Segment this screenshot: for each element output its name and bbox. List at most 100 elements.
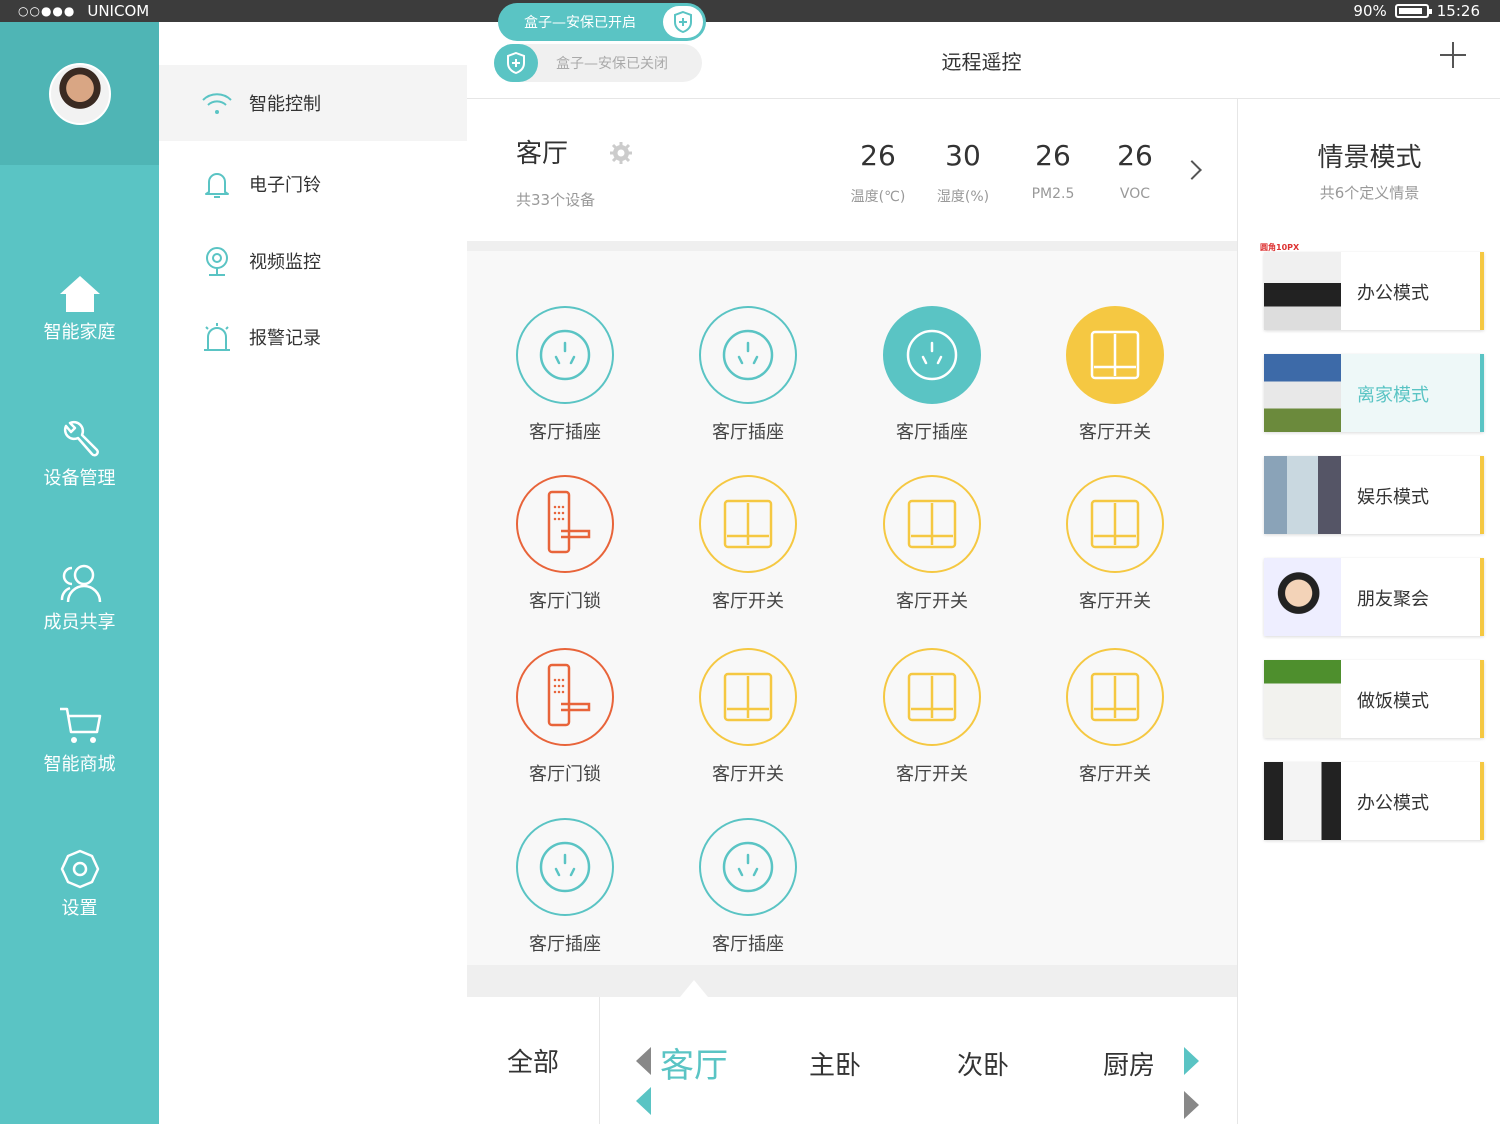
- tab-master-bedroom[interactable]: 主卧: [809, 1045, 861, 1082]
- device-button[interactable]: [1066, 648, 1164, 746]
- nav-item-member-share[interactable]: 成员共享: [0, 562, 159, 634]
- scene-card-away-mode[interactable]: 离家模式: [1264, 354, 1484, 432]
- tab-all[interactable]: 全部: [467, 997, 600, 1124]
- stat-pm25: 26 PM2.5: [1008, 139, 1098, 202]
- device-button[interactable]: [883, 306, 981, 404]
- tab-all-label: 全部: [506, 1048, 559, 1078]
- device-button[interactable]: [1066, 306, 1164, 404]
- stat-label: VOC: [1119, 186, 1151, 202]
- switch-icon: [1090, 330, 1140, 380]
- members-icon: [60, 564, 101, 603]
- scene-card-friends-party[interactable]: 朋友聚会: [1264, 558, 1484, 636]
- device-button[interactable]: [883, 475, 981, 573]
- scene-title: 情景模式: [1317, 143, 1422, 173]
- scene-card-office-mode[interactable]: 办公模式: [1264, 252, 1484, 330]
- device-tile[interactable]: 客厅开关: [1035, 475, 1195, 613]
- device-tile[interactable]: 客厅门锁: [485, 475, 645, 613]
- stat-value: 26: [1117, 139, 1153, 172]
- device-tile[interactable]: 客厅开关: [1035, 648, 1195, 786]
- scroll-right-icon[interactable]: [1184, 1047, 1199, 1075]
- switch-icon: [723, 499, 773, 549]
- device-tile[interactable]: 客厅门锁: [485, 648, 645, 786]
- device-label: 客厅门锁: [529, 591, 601, 612]
- cart-icon: [59, 707, 101, 743]
- device-tile[interactable]: 客厅开关: [1035, 306, 1195, 444]
- security-on-toggle[interactable]: 盒子—安保已开启: [498, 3, 706, 41]
- device-label: 客厅开关: [896, 591, 968, 612]
- device-label: 客厅开关: [712, 591, 784, 612]
- device-tile[interactable]: 客厅插座: [485, 818, 645, 956]
- scene-card-entertainment-mode[interactable]: 娱乐模式: [1264, 456, 1484, 534]
- stat-label: 温度(℃): [850, 189, 906, 205]
- tab-second-bedroom[interactable]: 次卧: [957, 1045, 1009, 1082]
- device-tile[interactable]: 客厅开关: [852, 475, 1012, 613]
- submenu-label: 视频监控: [249, 252, 321, 273]
- device-button[interactable]: [699, 818, 797, 916]
- gear-icon[interactable]: [609, 141, 633, 165]
- device-tile[interactable]: 客厅开关: [852, 648, 1012, 786]
- device-tile[interactable]: 客厅插座: [485, 306, 645, 444]
- device-button[interactable]: [699, 306, 797, 404]
- device-tile[interactable]: 客厅插座: [668, 306, 828, 444]
- scene-label: 办公模式: [1357, 793, 1429, 814]
- nav-item-settings[interactable]: 设置: [0, 848, 159, 920]
- socket-icon: [722, 329, 774, 381]
- scene-card-office-mode-2[interactable]: 办公模式: [1264, 762, 1484, 840]
- settings-icon: [60, 849, 99, 889]
- submenu-item-video-monitor[interactable]: 视频监控: [159, 223, 467, 299]
- nav-label: 成员共享: [43, 612, 116, 633]
- carrier-name: UNICOM: [87, 2, 150, 20]
- device-tile[interactable]: 客厅插座: [668, 818, 828, 956]
- scene-card-cooking-mode[interactable]: 做饭模式: [1264, 660, 1484, 738]
- stat-temperature: 26 温度(℃): [833, 139, 923, 206]
- submenu-item-smart-control[interactable]: 智能控制: [159, 65, 467, 141]
- security-off-toggle[interactable]: 盒子—安保已关闭: [494, 44, 702, 82]
- user-avatar[interactable]: [48, 62, 111, 125]
- nav-item-smart-home[interactable]: 智能家庭: [0, 274, 159, 344]
- tab-living-room[interactable]: 客厅: [660, 1038, 728, 1087]
- device-button[interactable]: [699, 648, 797, 746]
- room-tab-bar: 全部 客厅 主卧 次卧 厨房: [467, 997, 1237, 1124]
- device-tile[interactable]: 客厅开关: [668, 648, 828, 786]
- device-button[interactable]: [516, 818, 614, 916]
- signal-indicator: ○○●●●: [18, 4, 76, 18]
- nav-item-smart-mall[interactable]: 智能商城: [0, 704, 159, 776]
- chevron-right-icon[interactable]: [1182, 160, 1202, 180]
- tab-kitchen[interactable]: 厨房: [1103, 1045, 1155, 1082]
- stat-voc: 26 VOC: [1090, 139, 1180, 202]
- stat-label: 湿度(%): [936, 189, 990, 205]
- device-button[interactable]: [1066, 475, 1164, 573]
- scroll-right-icon[interactable]: [1184, 1091, 1199, 1119]
- device-button[interactable]: [516, 306, 614, 404]
- submenu-item-alarm-records[interactable]: 报警记录: [159, 299, 467, 375]
- device-label: 客厅开关: [712, 764, 784, 785]
- scene-thumbnail: [1264, 252, 1341, 330]
- device-button[interactable]: [516, 475, 614, 573]
- scene-thumbnail: [1264, 354, 1341, 432]
- scroll-left-icon[interactable]: [636, 1047, 651, 1075]
- scene-label: 朋友聚会: [1357, 589, 1429, 610]
- device-label: 客厅插座: [896, 422, 968, 443]
- nav-label: 智能商城: [43, 754, 116, 775]
- home-icon: [59, 276, 100, 312]
- device-button[interactable]: [883, 648, 981, 746]
- stat-value: 30: [945, 139, 981, 172]
- scene-thumbnail: [1264, 456, 1341, 534]
- device-button[interactable]: [516, 648, 614, 746]
- submenu-item-doorbell[interactable]: 电子门铃: [159, 146, 467, 222]
- device-tile[interactable]: 客厅开关: [668, 475, 828, 613]
- status-bar: ○○●●● UNICOM 90% 15:26: [0, 0, 1500, 22]
- device-label: 客厅门锁: [529, 764, 601, 785]
- security-off-label: 盒子—安保已关闭: [556, 56, 668, 72]
- security-on-label: 盒子—安保已开启: [524, 15, 636, 31]
- nav-item-device-management[interactable]: 设备管理: [0, 418, 159, 490]
- add-icon[interactable]: [1440, 42, 1466, 68]
- left-nav: 智能家庭 设备管理 成员共享 智能商城 设置: [0, 22, 159, 1124]
- device-label: 客厅开关: [896, 764, 968, 785]
- door-lock-icon: [547, 663, 591, 727]
- scroll-left-icon[interactable]: [636, 1087, 651, 1115]
- device-button[interactable]: [699, 475, 797, 573]
- avatar-area: [0, 22, 159, 165]
- page-title-text: 远程遥控: [941, 50, 1022, 74]
- device-tile[interactable]: 客厅插座: [852, 306, 1012, 444]
